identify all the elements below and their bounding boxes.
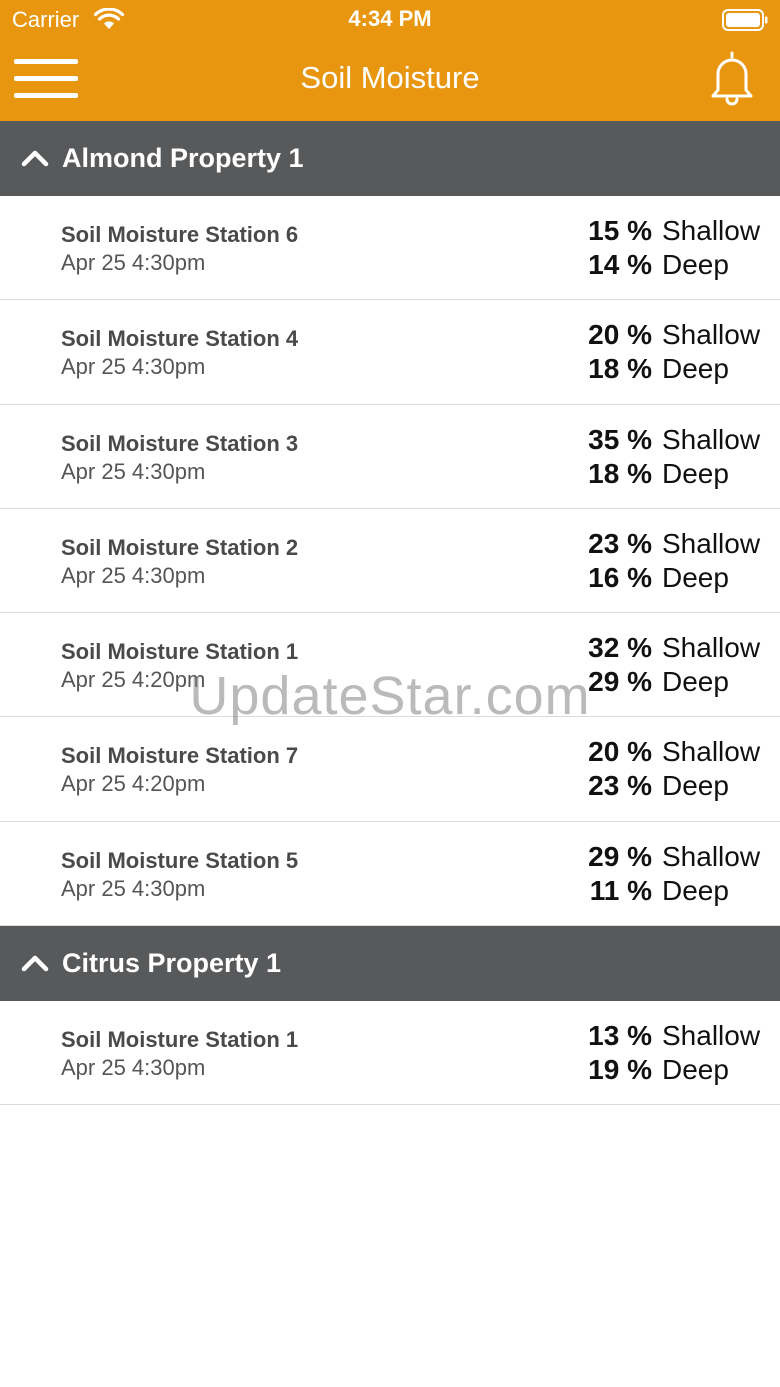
deep-reading: 14 % Deep (588, 248, 760, 282)
section-title: Citrus Property 1 (62, 948, 282, 979)
deep-reading: 16 % Deep (588, 561, 760, 595)
shallow-value: 29 % (588, 840, 652, 872)
station-timestamp: Apr 25 4:30pm (61, 354, 206, 380)
status-bar: Carrier 4:34 PM (0, 0, 780, 40)
chevron-up-icon (21, 150, 49, 167)
station-row[interactable]: Soil Moisture Station 7 Apr 25 4:20pm 20 %… (0, 717, 780, 822)
shallow-value: 32 % (588, 632, 652, 664)
shallow-label: Shallow (662, 319, 761, 351)
station-name: Soil Moisture Station 1 (61, 639, 299, 665)
shallow-value: 35 % (588, 423, 652, 455)
station-name: Soil Moisture Station 5 (61, 847, 299, 873)
deep-label: Deep (662, 249, 729, 280)
deep-reading: 19 % Deep (588, 1053, 760, 1087)
deep-label: Deep (662, 1054, 729, 1086)
station-name: Soil Moisture Station 6 (61, 222, 299, 247)
deep-label: Deep (662, 770, 729, 802)
shallow-label: Shallow (662, 215, 761, 246)
station-timestamp: Apr 25 4:30pm (61, 250, 206, 275)
station-timestamp: Apr 25 4:30pm (61, 458, 206, 484)
deep-reading: 23 % Deep (588, 769, 760, 803)
watermark: UpdateStar.com (189, 666, 591, 726)
nav-bar: Carrier 4:34 PM Soil Moisture (0, 0, 780, 121)
deep-reading: 18 % Deep (588, 457, 760, 491)
moisture-readings: 20 % Shallow 18 % Deep (588, 318, 760, 386)
status-time: 4:34 PM (348, 6, 432, 31)
station-row[interactable]: Soil Moisture Station 3 Apr 25 4:30pm 35 %… (0, 404, 780, 509)
shallow-reading: 23 % Shallow (588, 527, 760, 561)
moisture-readings: 35 % Shallow 18 % Deep (588, 423, 760, 491)
section-header[interactable]: Almond Property 1 (0, 121, 780, 196)
moisture-readings: 20 % Shallow 23 % Deep (588, 735, 760, 803)
shallow-value: 23 % (588, 527, 652, 559)
station-name: Soil Moisture Station 4 (61, 326, 299, 352)
station-timestamp: Apr 25 4:20pm (61, 771, 206, 797)
shallow-reading: 13 % Shallow (588, 1019, 760, 1053)
deep-label: Deep (662, 874, 729, 906)
deep-value: 16 % (588, 561, 652, 593)
section-title: Almond Property 1 (62, 143, 304, 173)
deep-value: 11 % (589, 874, 652, 906)
moisture-readings: 23 % Shallow 16 % Deep (588, 527, 760, 595)
station-row[interactable]: Soil Moisture Station 4 Apr 25 4:30pm 20 %… (0, 300, 780, 405)
station-name: Soil Moisture Station 7 (61, 743, 299, 769)
deep-label: Deep (662, 561, 729, 593)
station-list: Almond Property 1 Soil Moisture Station 6… (0, 121, 780, 1106)
station-row[interactable]: Soil Moisture Station 5 Apr 25 4:30pm 29 %… (0, 821, 780, 927)
deep-reading: 18 % Deep (588, 352, 760, 386)
chevron-up-icon (21, 955, 49, 972)
station-row[interactable]: Soil Moisture Station 1 Apr 25 4:30pm 13 %… (0, 1001, 780, 1106)
moisture-readings: 13 % Shallow 19 % Deep (588, 1019, 760, 1087)
page-title: Soil Moisture (300, 60, 480, 95)
shallow-reading: 20 % Shallow (588, 318, 760, 352)
shallow-label: Shallow (662, 632, 761, 664)
shallow-reading: 20 % Shallow (588, 735, 760, 769)
shallow-label: Shallow (662, 840, 761, 872)
shallow-label: Shallow (662, 1020, 761, 1052)
shallow-value: 20 % (588, 736, 652, 768)
deep-label: Deep (662, 353, 729, 385)
deep-value: 14 % (588, 249, 652, 280)
moisture-readings: 29 % Shallow 11 % Deep (588, 840, 760, 908)
shallow-label: Shallow (662, 423, 761, 455)
shallow-reading: 32 % Shallow (588, 631, 760, 665)
shallow-reading: 35 % Shallow (588, 423, 760, 457)
deep-label: Deep (662, 457, 729, 489)
deep-value: 18 % (588, 457, 652, 489)
station-timestamp: Apr 25 4:30pm (61, 562, 206, 588)
deep-value: 18 % (588, 353, 652, 385)
shallow-label: Shallow (662, 736, 761, 768)
shallow-reading: 29 % Shallow (588, 840, 760, 874)
shallow-label: Shallow (662, 527, 761, 559)
battery-icon (722, 9, 768, 31)
bell-icon[interactable] (708, 50, 756, 106)
station-name: Soil Moisture Station 1 (61, 1027, 299, 1053)
deep-value: 19 % (588, 1054, 652, 1086)
shallow-value: 15 % (588, 215, 652, 246)
station-name: Soil Moisture Station 3 (61, 430, 299, 456)
shallow-reading: 15 % Shallow (588, 214, 760, 248)
station-timestamp: Apr 25 4:30pm (61, 875, 206, 901)
deep-reading: 11 % Deep (588, 874, 760, 908)
station-name: Soil Moisture Station 2 (61, 534, 299, 560)
station-row[interactable]: Soil Moisture Station 6 Apr 25 4:30pm 15 %… (0, 196, 780, 301)
shallow-value: 13 % (588, 1020, 652, 1052)
shallow-value: 20 % (588, 319, 652, 351)
station-row[interactable]: Soil Moisture Station 2 Apr 25 4:30pm 23 %… (0, 508, 780, 614)
deep-value: 23 % (588, 770, 652, 802)
section-header[interactable]: Citrus Property 1 (0, 926, 780, 1002)
station-timestamp: Apr 25 4:30pm (61, 1055, 206, 1081)
moisture-readings: 15 % Shallow 14 % Deep (588, 214, 760, 282)
